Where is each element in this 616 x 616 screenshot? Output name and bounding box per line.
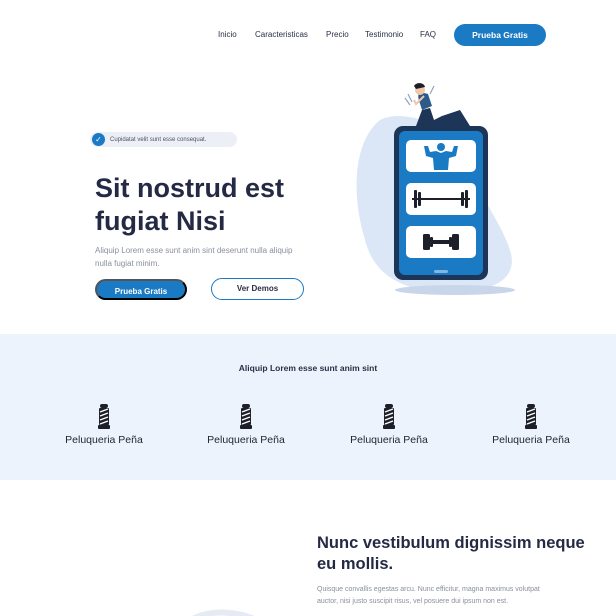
nav-link-precio[interactable]: Precio xyxy=(326,30,349,39)
hero-primary-button[interactable]: Prueba Gratis xyxy=(95,279,187,300)
barber-pole-icon xyxy=(525,404,537,429)
partner-logo: Peluqueria Peña xyxy=(344,404,434,446)
feature-decoration xyxy=(192,609,255,616)
nav-link-faq[interactable]: FAQ xyxy=(420,30,436,39)
barber-pole-icon xyxy=(240,404,252,429)
feature-body: Quisque convallis egestas arcu. Nunc eff… xyxy=(317,586,540,605)
barber-pole-icon xyxy=(383,404,395,429)
partner-name: Peluqueria Peña xyxy=(65,434,143,446)
hero-subtitle: Aliquip Lorem esse sunt anim sint deseru… xyxy=(95,246,293,268)
barber-pole-icon xyxy=(98,404,110,429)
partner-name: Peluqueria Peña xyxy=(492,434,570,446)
partners-title: Aliquip Lorem esse sunt anim sint xyxy=(238,363,378,373)
hero-badge: ✓ Cupidatat velit sunt esse consequat. xyxy=(90,132,237,147)
hero-badge-text: Cupidatat velit sunt esse consequat. xyxy=(110,136,207,143)
check-icon: ✓ xyxy=(92,133,105,146)
hero-demo-button[interactable]: Ver Demos xyxy=(211,278,304,300)
hero-title: Sit nostrud est fugiat Nisi xyxy=(95,173,285,236)
partners-strip: Aliquip Lorem esse sunt anim sint Peluqu… xyxy=(0,334,616,480)
partner-logo: Peluqueria Peña xyxy=(486,404,576,446)
partner-logo: Peluqueria Peña xyxy=(201,404,291,446)
nav-link-caracteristicas[interactable]: Caracteristicas xyxy=(255,30,308,39)
top-nav: Inicio Caracteristicas Precio Testimonio… xyxy=(0,24,616,46)
phone-fitness-illustration xyxy=(356,83,515,295)
partner-logo: Peluqueria Peña xyxy=(59,404,149,446)
nav-link-testimonio[interactable]: Testimonio xyxy=(365,30,403,39)
feature-title: Nunc vestibulum dignissim neque eu molli… xyxy=(317,534,585,573)
partner-name: Peluqueria Peña xyxy=(350,434,428,446)
nav-link-inicio[interactable]: Inicio xyxy=(218,30,237,39)
partner-name: Peluqueria Peña xyxy=(207,434,285,446)
nav-cta-button[interactable]: Prueba Gratis xyxy=(454,24,546,46)
